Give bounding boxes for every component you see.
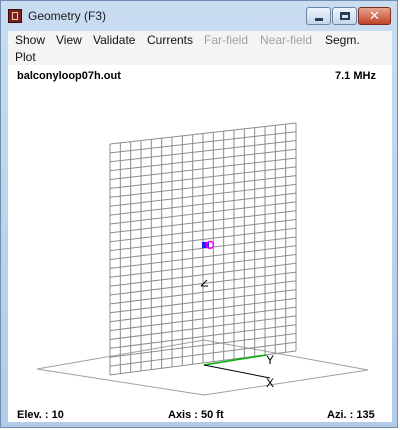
- frequency-label: 7.1 MHz: [335, 70, 376, 82]
- wire-grid: [109, 122, 297, 376]
- menu-far-field[interactable]: Far-field: [204, 33, 248, 47]
- menu-currents[interactable]: Currents: [147, 33, 193, 47]
- file-name: balconyloop07h.out: [17, 70, 121, 82]
- geometry-view[interactable]: balconyloop07h.out 7.1 MHz Y X Elev. : 1…: [8, 65, 392, 422]
- axis-scale-label: Axis : 50 ft: [168, 409, 224, 421]
- menu-show[interactable]: Show: [15, 33, 45, 47]
- minimize-icon: [315, 18, 323, 21]
- antenna-geometry-canvas[interactable]: [8, 65, 392, 422]
- menu-near-field[interactable]: Near-field: [260, 33, 312, 47]
- close-button[interactable]: ✕: [358, 7, 391, 25]
- close-icon: ✕: [369, 8, 380, 23]
- app-icon[interactable]: [8, 9, 22, 23]
- y-axis-label: Y: [266, 353, 275, 367]
- maximize-icon: [340, 12, 350, 20]
- maximize-button[interactable]: [332, 7, 357, 25]
- x-axis-line: [203, 364, 271, 379]
- elevation-label: Elev. : 10: [17, 409, 64, 421]
- menu-segm[interactable]: Segm.: [325, 33, 360, 47]
- menu-bar: Show View Validate Currents Far-field Ne…: [8, 31, 392, 65]
- x-axis-label: X: [266, 376, 275, 390]
- azimuth-label: Azi. : 135: [327, 409, 375, 421]
- ground-edge: [203, 369, 369, 396]
- window-title: Geometry (F3): [28, 9, 107, 23]
- menu-validate[interactable]: Validate: [93, 33, 135, 47]
- menu-view[interactable]: View: [56, 33, 82, 47]
- menu-plot[interactable]: Plot: [15, 50, 36, 64]
- title-bar[interactable]: Geometry (F3) ✕: [1, 1, 397, 31]
- geometry-window: Geometry (F3) ✕ Show View Validate Curre…: [0, 0, 398, 428]
- minimize-button[interactable]: [306, 7, 331, 25]
